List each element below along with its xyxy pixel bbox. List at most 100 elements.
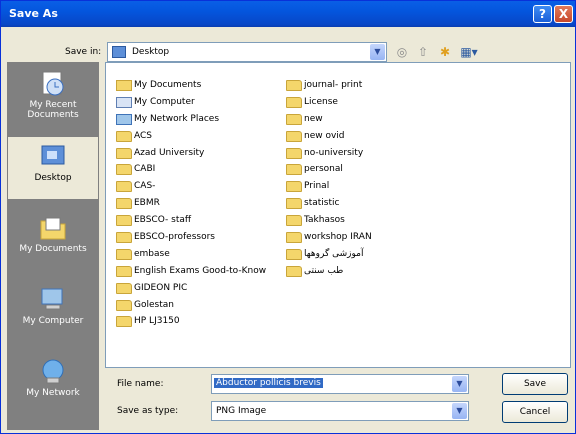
desktop-icon xyxy=(41,145,65,165)
place-my-network[interactable]: My Network xyxy=(7,352,99,416)
file-list-item[interactable]: journal- print xyxy=(284,77,372,94)
file-list-item[interactable]: GIDEON PIC xyxy=(114,280,266,297)
save-type-dropdown[interactable]: PNG Image ▼ xyxy=(211,401,469,421)
new-folder-icon[interactable]: ✱ xyxy=(437,44,453,60)
chevron-down-icon[interactable]: ▼ xyxy=(452,376,467,392)
save-in-label: Save in: xyxy=(65,47,102,57)
my-network-icon xyxy=(42,359,64,384)
folder-icon xyxy=(116,282,132,294)
folder-icon xyxy=(286,232,302,244)
file-name: new xyxy=(304,113,323,124)
my-documents-icon xyxy=(40,217,66,240)
file-list-item[interactable]: no-university xyxy=(284,145,372,162)
file-name: HP LJ3150 xyxy=(134,316,180,327)
file-name: journal- print xyxy=(304,80,363,90)
save-in-dropdown[interactable]: Desktop ▼ xyxy=(107,42,387,62)
file-list-item[interactable]: CAS- xyxy=(114,178,266,195)
file-list-item[interactable]: My Computer xyxy=(114,94,266,111)
place-label: My Computer xyxy=(22,316,84,326)
file-name: ACS xyxy=(134,130,152,141)
title-bar[interactable]: Save As ? X xyxy=(1,1,575,27)
place-my-computer[interactable]: My Computer xyxy=(7,280,99,344)
save-as-dialog: Save As ? X Save in: Desktop ▼ ◎ ⇧ ✱ ▦▾ … xyxy=(0,0,576,434)
file-name: Azad University xyxy=(134,147,205,158)
file-list-item[interactable]: Prinal xyxy=(284,178,372,195)
file-list-item[interactable]: Takhasos xyxy=(284,212,372,229)
place-label: Desktop xyxy=(34,173,72,183)
file-name: Prinal xyxy=(304,181,330,192)
place-my-documents[interactable]: My Documents xyxy=(7,208,99,272)
file-list-item[interactable]: Golestan xyxy=(114,297,266,314)
file-list-item[interactable]: workshop IRAN xyxy=(284,229,372,246)
file-name: personal xyxy=(304,164,343,175)
folder-icon xyxy=(286,130,302,142)
file-name: no-university xyxy=(304,147,364,158)
folder-icon xyxy=(116,215,132,227)
folder-icon xyxy=(286,164,302,176)
file-list-item[interactable]: ACS xyxy=(114,128,266,145)
file-name: statistic xyxy=(304,198,340,209)
folder-icon xyxy=(286,248,302,260)
file-list[interactable]: My Documents My Computer My Network Places… xyxy=(105,62,571,368)
window-title: Save As xyxy=(9,7,58,20)
save-type-label: Save as type: xyxy=(117,406,179,416)
file-list-item[interactable]: EBMR xyxy=(114,195,266,212)
file-list-item[interactable]: English Exams Good-to-Know xyxy=(114,263,266,280)
chevron-down-icon[interactable]: ▼ xyxy=(452,403,467,419)
file-list-item[interactable]: new xyxy=(284,111,372,128)
place-desktop[interactable]: Desktop xyxy=(7,136,99,200)
file-name: EBMR xyxy=(134,198,160,209)
file-list-item[interactable]: License xyxy=(284,94,372,111)
save-in-value: Desktop xyxy=(132,47,170,57)
file-list-item[interactable]: HP LJ3150 xyxy=(114,313,266,330)
file-name: GIDEON PIC xyxy=(134,282,188,293)
place-my-recent-documents[interactable]: My Recent Documents xyxy=(7,64,99,128)
cancel-button[interactable]: Cancel xyxy=(502,401,568,423)
folder-icon xyxy=(116,232,132,244)
file-list-item[interactable]: طب سنتی xyxy=(284,263,372,280)
file-list-item[interactable]: Azad University xyxy=(114,145,266,162)
file-list-item[interactable]: EBSCO- staff xyxy=(114,212,266,229)
file-list-item[interactable]: My Documents xyxy=(114,77,266,94)
file-name: workshop IRAN xyxy=(304,232,372,243)
file-list-item[interactable]: EBSCO-professors xyxy=(114,229,266,246)
folder-icon xyxy=(286,215,302,227)
my-computer-icon xyxy=(41,288,63,310)
file-list-item[interactable]: personal xyxy=(284,161,372,178)
folder-icon xyxy=(116,316,132,328)
folder-icon xyxy=(286,113,302,125)
file-name-label: File name: xyxy=(117,379,164,389)
file-list-item[interactable]: statistic xyxy=(284,195,372,212)
file-list-item[interactable]: CABI xyxy=(114,161,266,178)
file-list-item[interactable]: new ovid xyxy=(284,128,372,145)
folder-icon xyxy=(116,248,132,260)
file-name: آموزشی گروهها xyxy=(304,248,364,259)
file-list-item[interactable]: My Network Places xyxy=(114,111,266,128)
folder-icon xyxy=(286,147,302,159)
file-name: My Documents xyxy=(134,80,202,90)
close-button[interactable]: X xyxy=(554,5,573,23)
file-name: Golestan xyxy=(134,299,174,310)
folder-icon xyxy=(116,299,132,311)
folder-icon xyxy=(116,164,132,176)
desktop-icon xyxy=(112,46,126,58)
save-button[interactable]: Save xyxy=(502,373,568,395)
file-name-input[interactable]: Abductor pollicis brevis ▼ xyxy=(211,374,469,394)
file-name: English Exams Good-to-Know xyxy=(134,265,267,276)
back-icon[interactable]: ◎ xyxy=(394,44,410,60)
help-button[interactable]: ? xyxy=(533,5,552,23)
views-menu-icon[interactable]: ▦▾ xyxy=(458,44,480,60)
file-name: طب سنتی xyxy=(304,265,344,276)
file-column-2: journal- print License new new ovid no-unive… xyxy=(284,77,372,280)
file-column-1: My Documents My Computer My Network Places… xyxy=(114,77,266,330)
file-list-item[interactable]: embase xyxy=(114,246,266,263)
folder-icon xyxy=(116,265,132,277)
file-name: My Network Places xyxy=(134,113,220,124)
file-name: CAS- xyxy=(134,181,156,192)
my-computer-icon xyxy=(116,96,132,108)
up-folder-icon[interactable]: ⇧ xyxy=(415,44,431,60)
chevron-down-icon[interactable]: ▼ xyxy=(370,44,385,60)
my-documents-icon xyxy=(116,80,132,91)
folder-icon xyxy=(116,198,132,210)
file-list-item[interactable]: آموزشی گروهها xyxy=(284,246,372,263)
